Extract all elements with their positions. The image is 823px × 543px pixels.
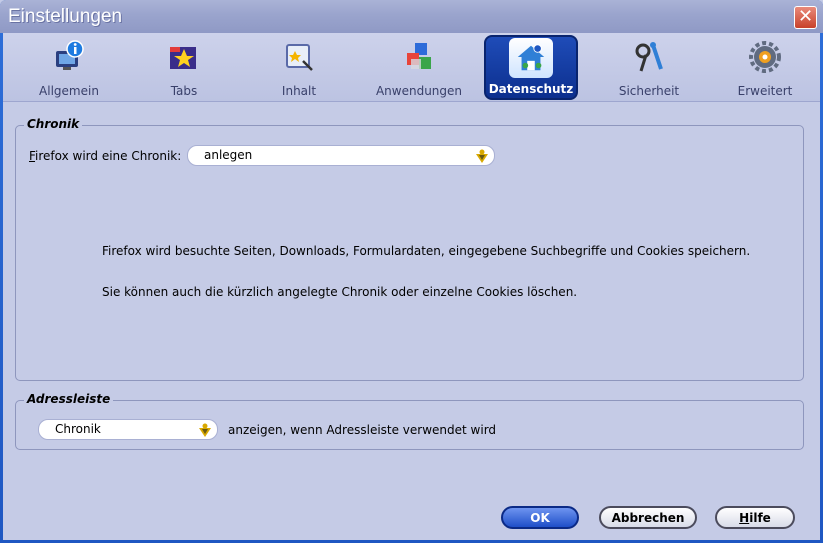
tab-inhalt[interactable]: Inhalt bbox=[252, 35, 346, 100]
addressbar-legend: Adressleiste bbox=[24, 392, 114, 406]
ok-button[interactable]: OK bbox=[501, 506, 579, 529]
general-icon bbox=[56, 40, 84, 70]
privacy-icon-frame bbox=[509, 38, 553, 78]
addressbar-suggest-value: Chronik bbox=[55, 422, 101, 436]
chevron-down-icon bbox=[476, 149, 488, 163]
privacy-icon bbox=[517, 44, 545, 71]
history-mode-label: Firefox wird eine Chronik: bbox=[29, 149, 181, 163]
help-button[interactable]: Hilfe bbox=[715, 506, 795, 529]
addressbar-group: Adressleiste Chronik anzeigen, wenn Adre… bbox=[15, 392, 804, 450]
tab-label: Anwendungen bbox=[375, 84, 463, 98]
security-icon bbox=[635, 42, 663, 72]
history-legend: Chronik bbox=[24, 117, 83, 131]
tab-label: Allgemein bbox=[39, 84, 99, 98]
history-mode-value: anlegen bbox=[204, 148, 253, 162]
advanced-icon bbox=[749, 41, 781, 73]
content-icon bbox=[286, 44, 313, 71]
applications-icon bbox=[407, 43, 431, 69]
close-button[interactable]: ✕ bbox=[794, 6, 817, 29]
tab-label: Datenschutz bbox=[488, 82, 574, 96]
category-toolbar: Allgemein Tabs Inhalt Anwendungen Datens… bbox=[3, 33, 820, 102]
cancel-button-label: Abbrechen bbox=[611, 511, 685, 525]
history-info-line-2: Sie können auch die kürzlich angelegte C… bbox=[102, 285, 578, 299]
history-mode-select[interactable]: anlegen bbox=[187, 145, 495, 166]
ok-button-label: OK bbox=[530, 511, 550, 525]
cancel-button[interactable]: Abbrechen bbox=[599, 506, 697, 529]
chevron-down-icon bbox=[199, 423, 211, 437]
history-info-line-1: Firefox wird besuchte Seiten, Downloads,… bbox=[102, 244, 751, 258]
tab-sicherheit[interactable]: Sicherheit bbox=[602, 35, 696, 100]
tab-label: Inhalt bbox=[281, 84, 317, 98]
tab-erweitert[interactable]: Erweitert bbox=[718, 35, 812, 100]
addressbar-suggest-select[interactable]: Chronik bbox=[38, 419, 218, 440]
history-mode-label-text: irefox wird eine Chronik: bbox=[35, 149, 182, 163]
tabs-icon bbox=[170, 47, 196, 69]
tab-label: Erweitert bbox=[737, 84, 793, 98]
window-title: Einstellungen bbox=[8, 6, 123, 27]
tab-anwendungen[interactable]: Anwendungen bbox=[372, 35, 466, 100]
tab-label: Tabs bbox=[170, 84, 198, 98]
history-group: Chronik Firefox wird eine Chronik: anleg… bbox=[15, 117, 804, 381]
tab-label: Sicherheit bbox=[618, 84, 680, 98]
preferences-window: Einstellungen ✕ Allgemein Tabs Inhalt An… bbox=[0, 0, 823, 543]
help-button-label: ilfe bbox=[749, 511, 771, 525]
addressbar-suggest-suffix: anzeigen, wenn Adressleiste verwendet wi… bbox=[228, 423, 497, 437]
tab-allgemein[interactable]: Allgemein bbox=[22, 35, 116, 100]
help-accesskey: H bbox=[739, 511, 750, 525]
tab-datenschutz[interactable]: Datenschutz bbox=[484, 35, 578, 100]
title-bar[interactable]: Einstellungen ✕ bbox=[0, 0, 823, 33]
close-icon: ✕ bbox=[797, 6, 814, 27]
tab-tabs[interactable]: Tabs bbox=[137, 35, 231, 100]
client-area: Allgemein Tabs Inhalt Anwendungen Datens… bbox=[3, 33, 820, 540]
